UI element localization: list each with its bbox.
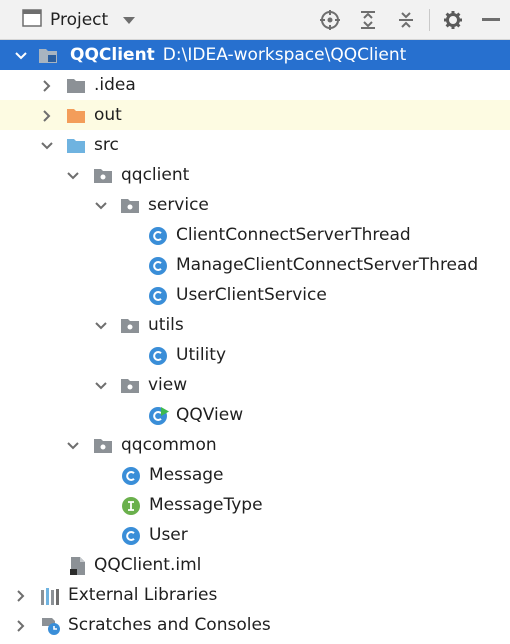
tree-label-class: ClientConnectServerThread (176, 225, 411, 245)
project-view-selector[interactable]: Project (22, 0, 136, 40)
chevron-down-icon[interactable] (40, 138, 54, 152)
expand-all-icon[interactable] (349, 0, 387, 40)
tree-node-class[interactable]: User (0, 520, 510, 550)
chevron-down-icon[interactable] (14, 48, 28, 62)
class-icon (148, 346, 168, 365)
dropdown-caret-icon[interactable] (122, 10, 136, 30)
chevron-right-icon[interactable] (14, 618, 28, 632)
tree-node-qqclient[interactable]: qqclient (0, 160, 510, 190)
tree-node-out[interactable]: out (0, 100, 510, 130)
tree-label-service: service (148, 195, 209, 215)
module-folder-icon (38, 46, 58, 64)
package-icon (93, 436, 113, 454)
tree-node-iml[interactable]: QQClient.iml (0, 550, 510, 580)
excluded-folder-icon (66, 106, 86, 124)
class-icon (148, 256, 168, 275)
tree-label-out: out (94, 105, 122, 125)
package-icon (120, 196, 140, 214)
library-icon (40, 586, 60, 605)
package-icon (120, 316, 140, 334)
package-icon (93, 166, 113, 184)
tree-label-src: src (94, 135, 119, 155)
tree-node-external-libraries[interactable]: External Libraries (0, 580, 510, 610)
tree-label-class: Utility (176, 345, 227, 365)
module-file-icon (68, 556, 88, 575)
tree-label-qqclient: qqclient (121, 165, 190, 185)
root-path: D:\IDEA-workspace\QQClient (162, 45, 407, 65)
class-icon (121, 526, 141, 545)
package-icon (120, 376, 140, 394)
tree-node-src[interactable]: src (0, 130, 510, 160)
tree-node-qqcommon[interactable]: qqcommon (0, 430, 510, 460)
scratches-icon (40, 616, 60, 635)
tree-label-root: QQClient D:\IDEA-workspace\QQClient (70, 44, 406, 66)
class-icon (121, 466, 141, 485)
tree-label-qqview: QQView (176, 405, 244, 425)
tree-node-scratches[interactable]: Scratches and Consoles (0, 610, 510, 640)
root-name: QQClient (70, 45, 155, 65)
tree-label-qqcommon: qqcommon (121, 435, 217, 455)
tree-node-class[interactable]: ManageClientConnectServerThread (0, 250, 510, 280)
chevron-right-icon[interactable] (14, 588, 28, 602)
tree-node-service[interactable]: service (0, 190, 510, 220)
tree-node-interface[interactable]: MessageType (0, 490, 510, 520)
class-icon (148, 226, 168, 245)
tree-node-class[interactable]: ClientConnectServerThread (0, 220, 510, 250)
locate-icon[interactable] (311, 0, 349, 40)
tree-label-interface: MessageType (149, 495, 263, 515)
runnable-class-icon (148, 406, 169, 425)
project-toolbar: Project (0, 0, 510, 40)
chevron-down-icon[interactable] (94, 198, 108, 212)
chevron-down-icon[interactable] (66, 438, 80, 452)
folder-icon (66, 76, 86, 94)
project-view-title: Project (50, 10, 109, 30)
tree-node-view[interactable]: view (0, 370, 510, 400)
chevron-right-icon[interactable] (40, 78, 54, 92)
tree-node-class[interactable]: Message (0, 460, 510, 490)
class-icon (148, 286, 168, 305)
tree-label-external-libraries: External Libraries (68, 585, 218, 605)
tree-node-idea[interactable]: .idea (0, 70, 510, 100)
gear-icon[interactable] (434, 0, 472, 40)
toolbar-separator (429, 9, 430, 31)
tree-node-root[interactable]: QQClient D:\IDEA-workspace\QQClient (0, 40, 510, 70)
tree-label-class: UserClientService (176, 285, 327, 305)
tree-label-view: view (148, 375, 188, 395)
tree-label-utils: utils (148, 315, 184, 335)
tree-node-class[interactable]: UserClientService (0, 280, 510, 310)
tree-label-idea: .idea (94, 75, 136, 95)
tree-label-iml: QQClient.iml (94, 555, 202, 575)
source-folder-icon (66, 136, 86, 154)
chevron-down-icon[interactable] (66, 168, 80, 182)
chevron-down-icon[interactable] (94, 378, 108, 392)
tree-node-utils[interactable]: utils (0, 310, 510, 340)
minimize-icon[interactable] (472, 0, 510, 40)
tree-label-class: User (149, 525, 188, 545)
tree-label-scratches: Scratches and Consoles (68, 615, 271, 635)
project-view-icon (22, 8, 42, 32)
project-tree: QQClient D:\IDEA-workspace\QQClient .idea… (0, 40, 510, 640)
chevron-down-icon[interactable] (94, 318, 108, 332)
tree-label-class: Message (149, 465, 224, 485)
chevron-right-icon[interactable] (40, 108, 54, 122)
tree-node-main-class[interactable]: QQView (0, 400, 510, 430)
tree-label-class: ManageClientConnectServerThread (176, 255, 479, 275)
collapse-all-icon[interactable] (387, 0, 425, 40)
tree-node-class[interactable]: Utility (0, 340, 510, 370)
interface-icon (121, 496, 141, 515)
